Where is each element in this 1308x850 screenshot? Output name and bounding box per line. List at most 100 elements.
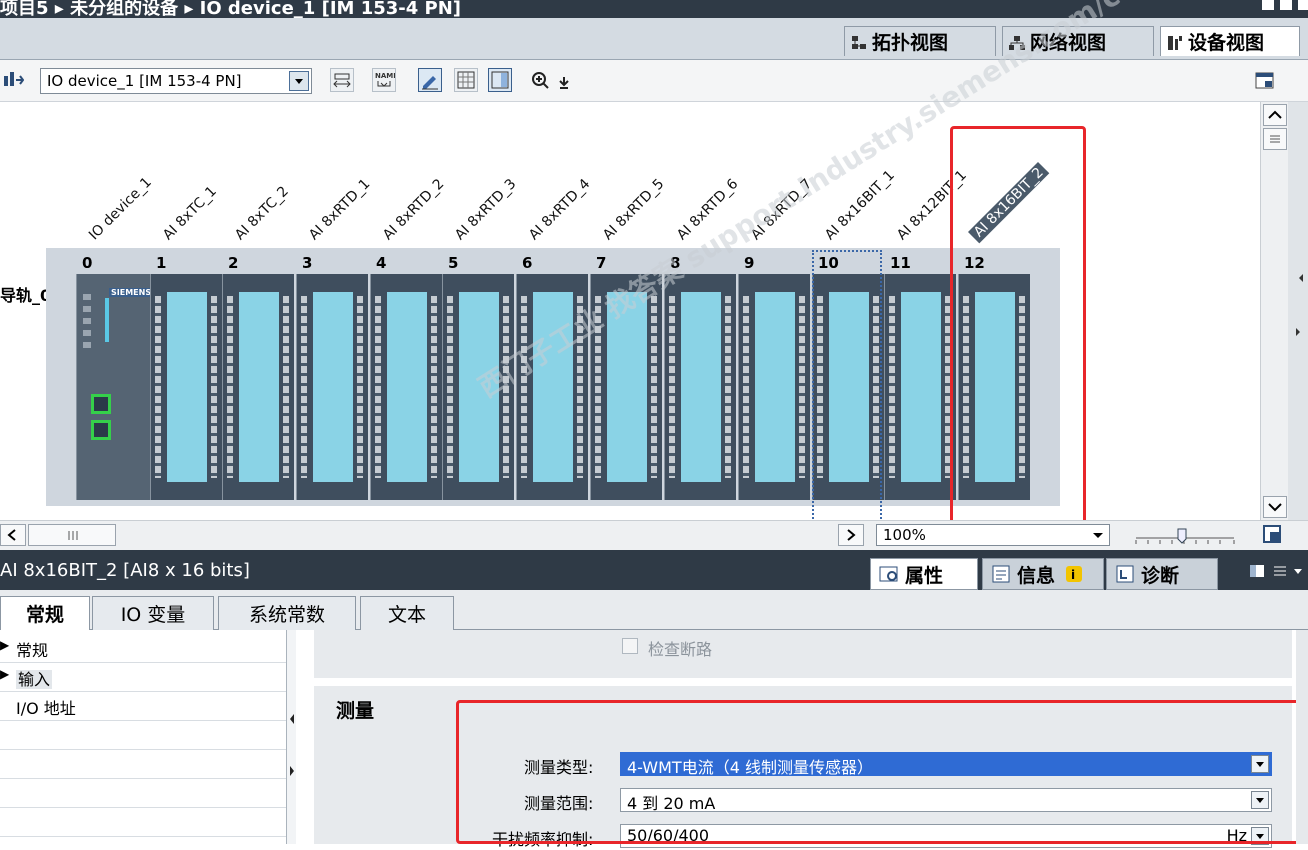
tab-properties[interactable]: 属性 bbox=[870, 558, 978, 590]
canvas-vertical-scrollbar[interactable] bbox=[1260, 102, 1288, 522]
io-module[interactable] bbox=[884, 274, 956, 500]
display-strip bbox=[105, 298, 109, 342]
scroll-left-button[interactable] bbox=[0, 524, 26, 546]
io-module[interactable] bbox=[664, 274, 736, 500]
rail-name: 导轨_0 bbox=[0, 286, 52, 305]
nav-item-empty bbox=[0, 750, 286, 779]
module-title: AI 8x16BIT_2 [AI8 x 16 bits] bbox=[0, 560, 250, 581]
terminal-strip bbox=[155, 296, 161, 478]
side-collapse-strip[interactable] bbox=[1288, 102, 1308, 522]
device-selector[interactable]: IO device_1 [IM 153-4 PN] bbox=[40, 68, 312, 94]
tab-general[interactable]: 常规 bbox=[0, 596, 90, 630]
slot-number: 0 bbox=[82, 254, 93, 272]
tab-texts[interactable]: 文本 bbox=[360, 596, 454, 630]
selection-outline bbox=[812, 250, 882, 522]
property-nav-tree: ▶ 常规 ▶ 输入 I/O 地址 bbox=[0, 630, 296, 844]
tab-label: 诊断 bbox=[1141, 564, 1180, 587]
chevron-down-icon[interactable] bbox=[1089, 526, 1107, 544]
tab-label: 属性 bbox=[905, 564, 944, 587]
nav-item-input[interactable]: ▶ 输入 bbox=[0, 663, 286, 692]
diagnostics-icon bbox=[1115, 564, 1137, 584]
minimize-icon[interactable] bbox=[1262, 0, 1274, 10]
io-module[interactable] bbox=[370, 274, 442, 500]
scroll-down-button[interactable] bbox=[1263, 496, 1287, 518]
close-icon[interactable] bbox=[1298, 0, 1308, 10]
horizontal-scroll-thumb[interactable] bbox=[28, 524, 116, 546]
edit-icon[interactable] bbox=[418, 68, 442, 92]
terminal-strip bbox=[725, 296, 731, 478]
device-canvas[interactable]: IO device_1 AI 8xTC_1 AI 8xTC_2 AI 8xRTD_1 A… bbox=[0, 0, 1260, 536]
nav-label: I/O 地址 bbox=[16, 699, 76, 718]
nav-splitter[interactable] bbox=[286, 630, 296, 844]
slot-number: 2 bbox=[228, 254, 239, 272]
zoom-select[interactable]: 100% bbox=[876, 524, 1110, 546]
toolbar: IO device_1 [IM 153-4 PN] NAME bbox=[0, 60, 1308, 102]
io-module[interactable] bbox=[738, 274, 810, 500]
io-module[interactable] bbox=[222, 274, 294, 500]
nav-item-empty bbox=[0, 808, 286, 837]
zoom-slider[interactable] bbox=[1134, 525, 1238, 547]
terminal-strip bbox=[375, 296, 381, 478]
terminal-strip bbox=[889, 296, 895, 478]
properties-header: AI 8x16BIT_2 [AI8 x 16 bits] 属性 信息 i 诊断 bbox=[0, 550, 1308, 590]
tab-diagnostics[interactable]: 诊断 bbox=[1106, 558, 1218, 590]
table-view-icon[interactable] bbox=[488, 68, 512, 92]
slot-number: 9 bbox=[744, 254, 755, 272]
canvas-status-bar: 100% bbox=[0, 520, 1308, 550]
module-label: AI 8xRTD_1 bbox=[306, 175, 374, 244]
slot-number: 7 bbox=[596, 254, 607, 272]
io-module[interactable] bbox=[150, 274, 222, 500]
channel-strip bbox=[167, 292, 207, 482]
slot-number: 6 bbox=[522, 254, 533, 272]
scroll-right-button[interactable] bbox=[838, 524, 864, 546]
tab-topology-view[interactable]: 拓扑视图 bbox=[844, 26, 996, 56]
topology-icon bbox=[851, 34, 867, 50]
tab-info[interactable]: 信息 i bbox=[982, 558, 1104, 590]
terminal-strip bbox=[227, 296, 233, 478]
info-list-icon bbox=[991, 564, 1013, 584]
tab-device-view[interactable]: 设备视图 bbox=[1160, 26, 1300, 56]
svg-text:NAME: NAME bbox=[375, 72, 395, 80]
tab-system-constants[interactable]: 系统常数 bbox=[218, 596, 356, 630]
io-module[interactable] bbox=[296, 274, 368, 500]
device-overview-icon[interactable] bbox=[2, 70, 25, 90]
nav-label: 输入 bbox=[16, 670, 53, 689]
scroll-thumb[interactable] bbox=[1263, 128, 1287, 150]
wire-break-group: 检查断路 bbox=[314, 630, 1292, 678]
terminal-strip bbox=[211, 296, 217, 478]
nav-label: 常规 bbox=[16, 641, 49, 660]
nav-item-io-address[interactable]: I/O 地址 bbox=[0, 692, 286, 721]
panel-toggle-icon[interactable] bbox=[1254, 70, 1276, 92]
wire-break-checkbox[interactable] bbox=[622, 638, 638, 654]
interface-module[interactable]: SIEMENS bbox=[76, 274, 154, 500]
view-tab-strip: 拓扑视图 网络视图 设备视图 bbox=[0, 18, 1308, 60]
property-panel: 检查断路 测量 测量类型: 4-WMT电流（4 线制测量传感器） 测量范围: 4… bbox=[296, 630, 1308, 849]
zoom-in-icon[interactable] bbox=[530, 70, 576, 92]
module-label: AI 8xRTD_4 bbox=[526, 175, 594, 244]
wire-break-label: 检查断路 bbox=[648, 640, 713, 659]
module-label: AI 8xRTD_3 bbox=[452, 175, 520, 244]
triangle-right-icon[interactable]: ▶ bbox=[0, 638, 9, 652]
scroll-up-button[interactable] bbox=[1263, 104, 1287, 126]
panel-layout-icon[interactable] bbox=[1248, 562, 1304, 580]
show-name-icon[interactable]: NAME bbox=[372, 68, 398, 92]
align-icon[interactable] bbox=[330, 68, 354, 92]
nav-item-general[interactable]: ▶ 常规 bbox=[0, 634, 286, 663]
module-label: AI 8xRTD_2 bbox=[380, 175, 448, 244]
restore-icon[interactable] bbox=[1280, 0, 1292, 10]
chevron-down-icon[interactable] bbox=[289, 71, 309, 91]
tab-io-tags[interactable]: IO 变量 bbox=[92, 596, 214, 630]
ethernet-port-icon bbox=[91, 420, 111, 440]
tab-label: 拓扑视图 bbox=[872, 32, 949, 54]
terminal-strip bbox=[651, 296, 657, 478]
property-scrollbar[interactable] bbox=[1296, 630, 1308, 844]
channel-strip bbox=[901, 292, 941, 482]
tab-label: 设备视图 bbox=[1188, 32, 1265, 54]
slot-number: 1 bbox=[156, 254, 167, 272]
terminal-strip bbox=[431, 296, 437, 478]
channel-strip bbox=[755, 292, 795, 482]
grid-icon[interactable] bbox=[454, 68, 478, 92]
overview-navigation-icon[interactable] bbox=[1262, 524, 1284, 546]
triangle-right-icon[interactable]: ▶ bbox=[0, 667, 9, 681]
info-icon: i bbox=[1065, 565, 1083, 583]
